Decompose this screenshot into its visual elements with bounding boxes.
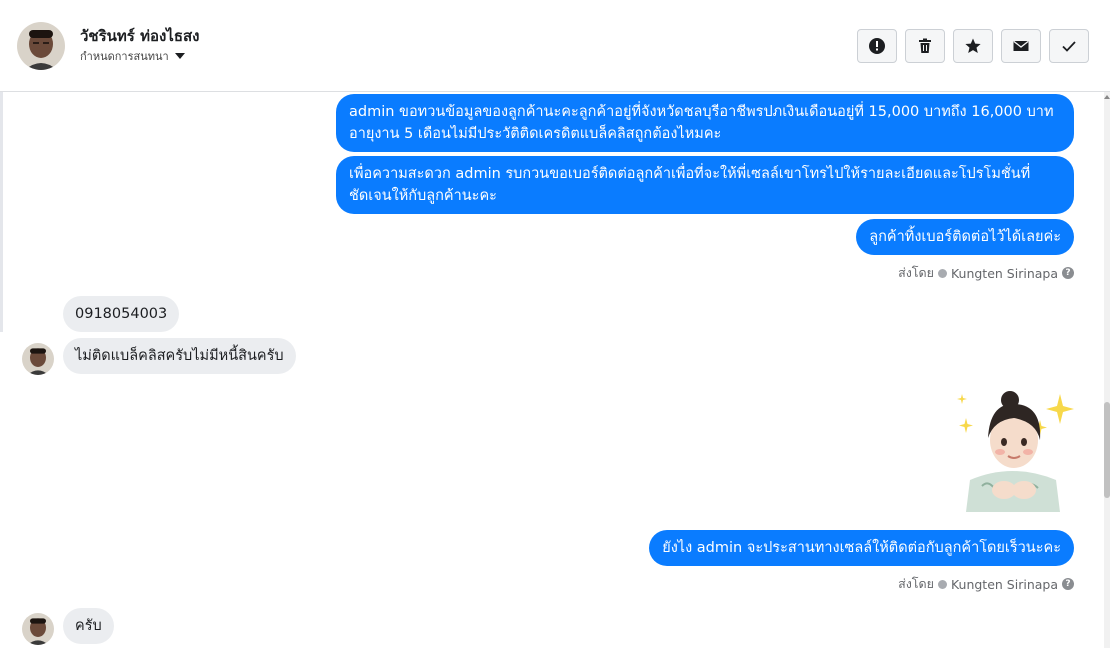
outgoing-message: ลูกค้าทิ้งเบอร์ติดต่อไว้ได้เลยค่ะ bbox=[856, 219, 1074, 255]
star-button[interactable] bbox=[953, 29, 993, 63]
message-text: ครับ bbox=[75, 618, 102, 634]
message-text: เพื่อความสะดวก admin รบกวนขอเบอร์ติดต่อล… bbox=[349, 166, 1031, 204]
outgoing-message: เพื่อความสะดวก admin รบกวนขอเบอร์ติดต่อล… bbox=[336, 156, 1074, 214]
exclamation-circle-icon bbox=[869, 38, 885, 54]
delete-button[interactable] bbox=[905, 29, 945, 63]
conversation-schedule-dropdown[interactable]: กำหนดการสนทนา bbox=[80, 47, 185, 65]
message-text: 0918054003 bbox=[75, 306, 168, 322]
conversation-header: วัชรินทร์ ท่องไธสง กำหนดการสนทนา bbox=[0, 0, 1110, 92]
help-icon[interactable]: ? bbox=[1062, 267, 1074, 279]
star-icon bbox=[965, 38, 981, 53]
incoming-message: ครับ bbox=[63, 608, 114, 644]
contact-avatar-small[interactable] bbox=[22, 343, 54, 375]
done-button[interactable] bbox=[1049, 29, 1089, 63]
sticker-image bbox=[952, 388, 1074, 512]
checkmark-icon bbox=[1062, 41, 1076, 52]
scrollbar-track[interactable] bbox=[1104, 92, 1110, 648]
verified-dot-icon bbox=[937, 268, 947, 278]
envelope-icon bbox=[1013, 40, 1029, 51]
report-button[interactable] bbox=[857, 29, 897, 63]
sent-by-line: ส่งโดย Kungten Sirinapa ? bbox=[898, 263, 1074, 283]
mail-button[interactable] bbox=[1001, 29, 1041, 63]
outgoing-message: admin ขอทวนข้อมูลของลูกค้านะคะลูกค้าอยู่… bbox=[336, 94, 1074, 152]
left-panel-edge bbox=[0, 92, 3, 332]
sent-by-agent[interactable]: Kungten Sirinapa bbox=[951, 577, 1058, 592]
trash-icon bbox=[919, 38, 931, 53]
caret-down-icon bbox=[174, 53, 185, 59]
help-icon[interactable]: ? bbox=[1062, 578, 1074, 590]
sent-by-prefix: ส่งโดย bbox=[898, 265, 934, 280]
conversation-schedule-label: กำหนดการสนทนา bbox=[80, 50, 169, 63]
message-text: ไม่ติดแบล็คลิสครับไม่มีหนี้สินครับ bbox=[75, 348, 284, 364]
message-text: admin ขอทวนข้อมูลของลูกค้านะคะลูกค้าอยู่… bbox=[349, 104, 1054, 142]
outgoing-message: ยังไง admin จะประสานทางเซลล์ให้ติดต่อกับ… bbox=[649, 530, 1074, 566]
scrollbar-thumb[interactable] bbox=[1104, 402, 1110, 498]
sent-by-prefix: ส่งโดย bbox=[898, 576, 934, 591]
header-actions bbox=[857, 29, 1089, 63]
sent-by-line: ส่งโดย Kungten Sirinapa ? bbox=[898, 574, 1074, 594]
incoming-message: ไม่ติดแบล็คลิสครับไม่มีหนี้สินครับ bbox=[63, 338, 296, 374]
contact-avatar-small[interactable] bbox=[22, 613, 54, 645]
contact-name: วัชรินทร์ ท่องไธสง bbox=[80, 27, 200, 45]
scroll-up-arrow-icon[interactable] bbox=[1104, 92, 1110, 102]
verified-dot-icon bbox=[937, 579, 947, 589]
message-text: ลูกค้าทิ้งเบอร์ติดต่อไว้ได้เลยค่ะ bbox=[869, 229, 1061, 245]
contact-avatar[interactable] bbox=[17, 22, 65, 70]
message-text: ยังไง admin จะประสานทางเซลล์ให้ติดต่อกับ… bbox=[662, 540, 1061, 556]
incoming-message: 0918054003 bbox=[63, 296, 180, 332]
sent-by-agent[interactable]: Kungten Sirinapa bbox=[951, 266, 1058, 281]
